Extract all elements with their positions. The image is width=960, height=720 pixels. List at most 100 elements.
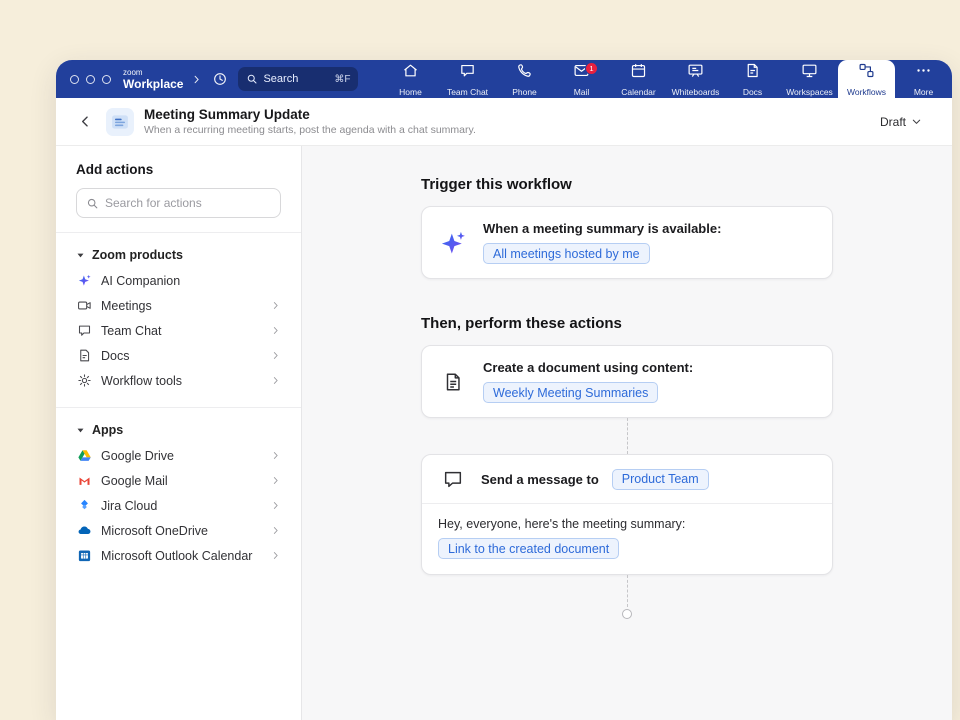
nav-label: Whiteboards [672,87,720,97]
history-icon[interactable] [212,71,228,87]
sidebar-item-jira-cloud[interactable]: Jira Cloud [76,493,281,518]
divider [56,232,301,233]
chat-icon [76,323,92,338]
workflow-title-block: Meeting Summary Update When a recurring … [144,107,476,136]
workflow-icon [106,108,134,136]
workflows-icon [858,62,875,84]
trigger-heading: Trigger this workflow [421,176,833,193]
nav-item-docs[interactable]: Docs [724,60,781,98]
sidebar-item-google-drive[interactable]: Google Drive [76,443,281,468]
section-label: Apps [92,423,123,437]
search-icon [246,73,258,85]
nav-item-more[interactable]: More [895,60,952,98]
actions-heading: Then, perform these actions [421,315,833,332]
workflow-title: Meeting Summary Update [144,107,476,122]
chevron-down-icon [911,116,922,127]
sidebar-item-label: Workflow tools [101,374,182,388]
sidebar-item-microsoft-outlook-calendar[interactable]: Microsoft Outlook Calendar [76,543,281,568]
sidebar-item-google-mail[interactable]: Google Mail [76,468,281,493]
docs-icon [744,62,761,84]
draft-status-button[interactable]: Draft [872,110,930,134]
nav-label: Team Chat [447,87,488,97]
section-apps[interactable]: Apps [76,423,281,437]
nav-label: Calendar [621,87,656,97]
trigger-text: When a meeting summary is available: [483,221,721,236]
message-body: Hey, everyone, here's the meeting summar… [422,504,832,574]
chevron-right-icon[interactable] [191,74,202,85]
divider [56,407,301,408]
recipient-chip[interactable]: Product Team [612,469,709,490]
chevron-right-icon [270,500,281,511]
nav-item-workspaces[interactable]: Workspaces [781,60,838,98]
nav-item-workflows[interactable]: Workflows [838,60,895,98]
nav-item-home[interactable]: Home [382,60,439,98]
brand-product: zoom [123,69,183,77]
sidebar-item-label: Meetings [101,299,152,313]
connector-dashed-line [627,575,628,607]
sidebar-item-team-chat[interactable]: Team Chat [76,318,281,343]
document-icon [438,371,468,393]
workspaces-icon [801,62,818,84]
chevron-right-icon [270,475,281,486]
back-button[interactable] [72,109,98,135]
caret-down-icon [76,251,85,260]
nav-item-whiteboards[interactable]: Whiteboards [667,60,724,98]
sidebar-item-microsoft-onedrive[interactable]: Microsoft OneDrive [76,518,281,543]
create-document-content: Create a document using content: Weekly … [483,360,693,403]
document-title-chip[interactable]: Weekly Meeting Summaries [483,382,658,403]
section-label: Zoom products [92,248,183,262]
trigger-scope-chip[interactable]: All meetings hosted by me [483,243,650,264]
window-control-dot[interactable] [102,75,111,84]
onedrive-icon [76,523,92,538]
search-icon [86,197,99,210]
video-camera-icon [76,298,92,313]
create-document-text: Create a document using content: [483,360,693,375]
workflow-column: Trigger this workflow When a meeting sum… [421,146,833,720]
sidebar-item-label: AI Companion [101,274,180,288]
nav-label: Workflows [847,87,886,97]
sidebar-item-meetings[interactable]: Meetings [76,293,281,318]
sidebar-item-label: Jira Cloud [101,499,157,513]
chevron-right-icon [270,375,281,386]
phone-icon [516,62,533,84]
create-document-card[interactable]: Create a document using content: Weekly … [421,345,833,418]
nav-item-calendar[interactable]: Calendar [610,60,667,98]
connector-dashed-line [627,418,628,454]
section-zoom-products[interactable]: Zoom products [76,248,281,262]
nav-item-team-chat[interactable]: Team Chat [439,60,496,98]
search-shortcut: ⌘F [334,74,350,85]
chat-bubble-icon [438,468,468,490]
document-link-chip[interactable]: Link to the created document [438,538,619,559]
nav-label: Workspaces [786,87,833,97]
actions-search-box[interactable] [76,188,281,218]
send-message-text: Send a message to [481,472,599,487]
brand-name: Workplace [123,78,183,90]
chevron-right-icon [270,350,281,361]
sidebar-item-label: Google Mail [101,474,168,488]
window-control-dot[interactable] [86,75,95,84]
sidebar-item-docs[interactable]: Docs [76,343,281,368]
sidebar-item-workflow-tools[interactable]: Workflow tools [76,368,281,393]
top-navigation-bar: zoom Workplace Search ⌘F Home Team Chat [56,60,952,98]
status-badge: Draft [880,115,906,129]
ai-sparkle-icon [76,273,92,288]
sidebar-item-ai-companion[interactable]: AI Companion [76,268,281,293]
document-icon [76,348,92,363]
window-control-dot[interactable] [70,75,79,84]
nav-item-phone[interactable]: Phone [496,60,553,98]
search-input[interactable] [105,196,271,210]
message-body-text: Hey, everyone, here's the meeting summar… [438,517,816,531]
send-message-card[interactable]: Send a message to Product Team Hey, ever… [421,454,833,575]
workflow-end-node [622,609,632,619]
nav-label: More [914,87,933,97]
more-icon [915,62,932,84]
chat-icon [459,62,476,84]
workflow-canvas: Trigger this workflow When a meeting sum… [302,146,952,720]
sidebar-item-label: Microsoft OneDrive [101,524,208,538]
sidebar-title: Add actions [76,162,281,177]
nav-item-mail[interactable]: Mail 1 [553,60,610,98]
global-search[interactable]: Search ⌘F [238,67,358,91]
window-controls[interactable] [70,75,111,84]
trigger-card[interactable]: When a meeting summary is available: All… [421,206,833,279]
actions-sidebar: Add actions Zoom products AI Companion [56,146,302,720]
